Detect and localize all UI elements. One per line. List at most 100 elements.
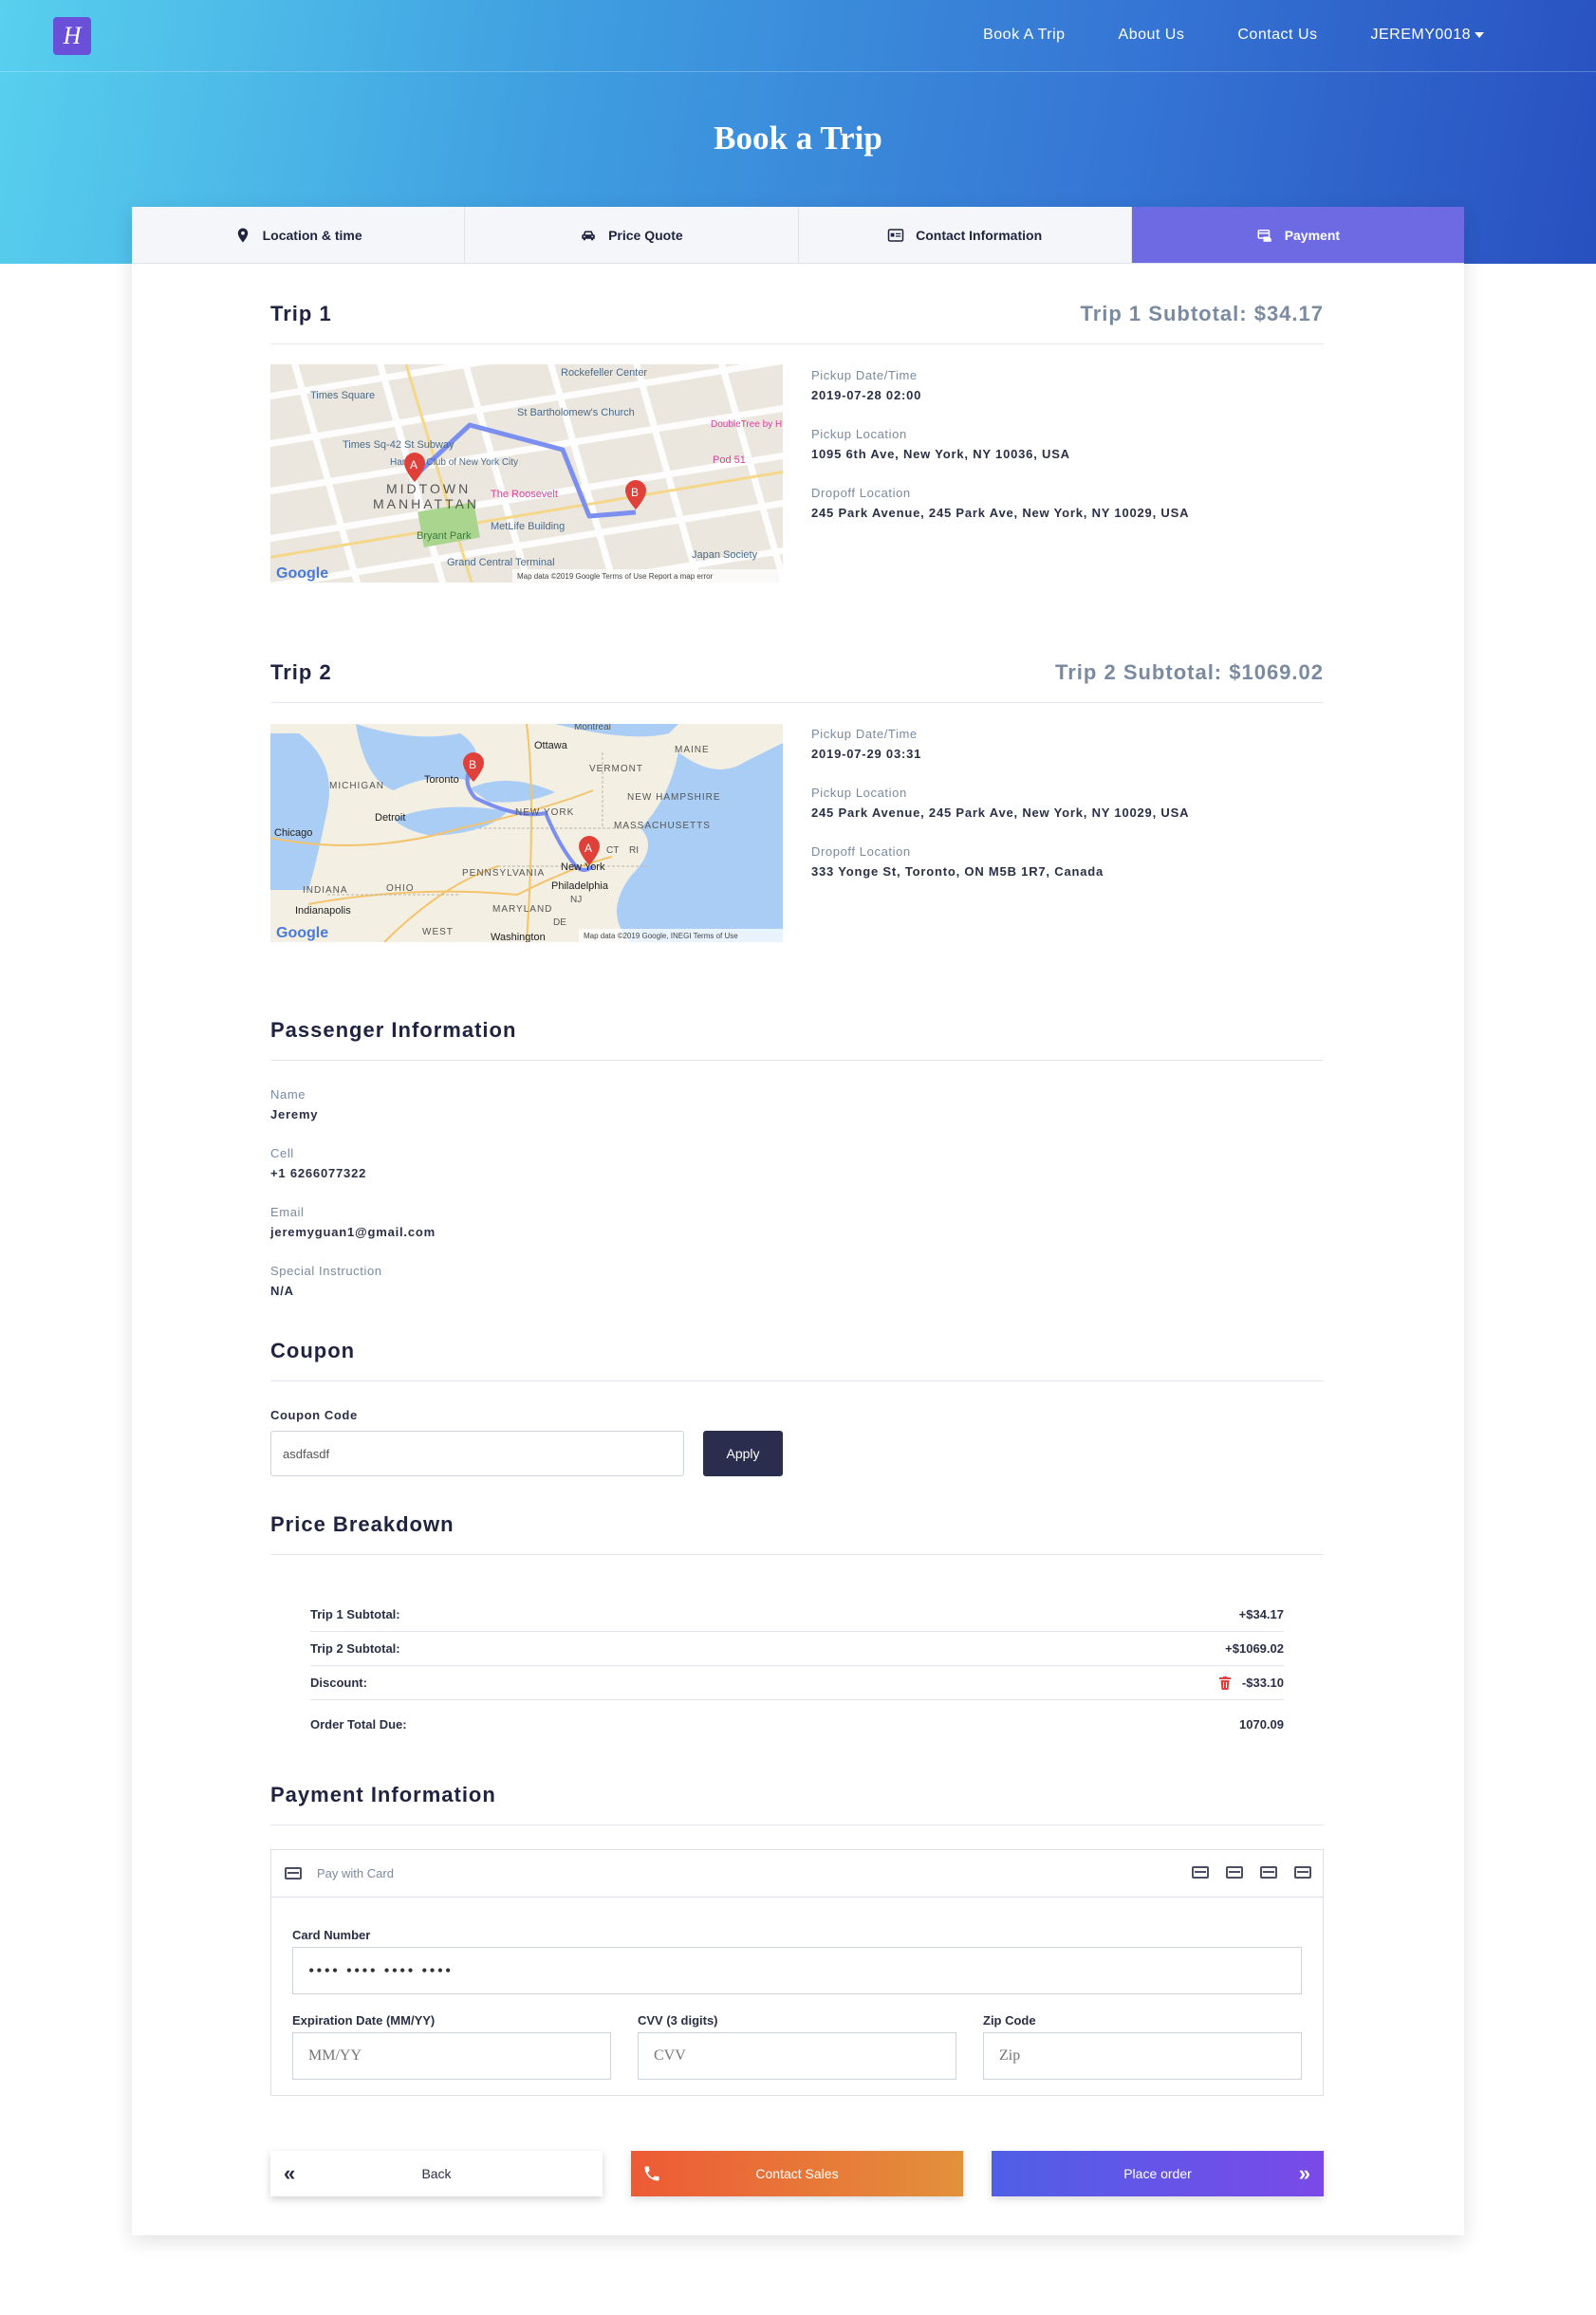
price-row-discount: Discount: -$33.10: [310, 1666, 1284, 1700]
trip-1-header: Trip 1 Trip 1 Subtotal: $34.17: [270, 302, 1324, 344]
cvv-input[interactable]: [638, 2032, 956, 2080]
map-label: Ottawa: [534, 740, 568, 751]
page-title: Book a Trip: [714, 120, 882, 157]
tab-payment[interactable]: Payment: [1131, 207, 1464, 264]
map-label: NEW HAMPSHIRE: [627, 792, 721, 803]
coupon-code-input[interactable]: [270, 1431, 684, 1476]
pickup-location-label: Pickup Location: [811, 427, 907, 441]
coupon-header: Coupon: [270, 1339, 1324, 1381]
map-label: MANHATTAN: [373, 496, 479, 511]
map-label: MARYLAND: [492, 904, 552, 915]
booking-card: Location & time Price Quote Contact Info…: [132, 207, 1464, 2235]
map-label: MAINE: [675, 745, 710, 755]
pay-with-card-header[interactable]: Pay with Card: [271, 1850, 1323, 1898]
user-menu[interactable]: JEREMY0018: [1371, 27, 1484, 44]
price-row-value: +$34.17: [1238, 1607, 1284, 1621]
cell-value: +1 6266077322: [270, 1166, 367, 1180]
map-label: Times Square: [310, 390, 375, 401]
map-label: DoubleTree by Hilton Metropolitan: [711, 419, 783, 430]
map-label: Indianapolis: [295, 905, 351, 917]
map-label: MetLife Building: [491, 521, 565, 532]
map-label: OHIO: [386, 883, 415, 894]
cell-label: Cell: [270, 1146, 294, 1160]
nav-about-us[interactable]: About Us: [1119, 27, 1185, 44]
apply-coupon-button[interactable]: Apply: [703, 1431, 783, 1476]
zip-label: Zip Code: [983, 2013, 1036, 2028]
nav-links: Book A Trip About Us Contact Us JEREMY00…: [983, 27, 1484, 44]
payment-header: Payment Information: [270, 1783, 1324, 1825]
trip-1-map[interactable]: Times Square Rockefeller Center St Barth…: [270, 364, 783, 583]
place-order-button[interactable]: Place order »: [992, 2151, 1324, 2196]
logo[interactable]: H: [53, 17, 91, 55]
pickup-location-value: 1095 6th Ave, New York, NY 10036, USA: [811, 447, 1070, 461]
map-label: CT: [606, 845, 619, 856]
passenger-header: Passenger Information: [270, 1018, 1324, 1061]
trip-1-title: Trip 1: [270, 302, 332, 325]
dropoff-location-value: 333 Yonge St, Toronto, ON M5B 1R7, Canad…: [811, 864, 1104, 879]
pickup-datetime-value: 2019-07-29 03:31: [811, 747, 922, 761]
accepted-cards: [1192, 1866, 1311, 1879]
map-attribution: Map data ©2019 Google, INEGI Terms of Us…: [584, 932, 738, 940]
pay-with-card-label: Pay with Card: [317, 1866, 394, 1880]
map-label: PENNSYLVANIA: [462, 868, 545, 879]
phone-icon: [644, 2166, 659, 2181]
map-label: RI: [629, 845, 639, 856]
trip-2-title: Trip 2: [270, 660, 332, 684]
payment-icon: [1257, 229, 1271, 242]
dropoff-location-label: Dropoff Location: [811, 844, 911, 859]
zip-input[interactable]: [983, 2032, 1302, 2080]
map-label: Detroit: [375, 812, 405, 824]
passenger-details: Name Jeremy Cell +1 6266077322 Email jer…: [270, 1087, 436, 1298]
pickup-location-value: 245 Park Avenue, 245 Park Ave, New York,…: [811, 806, 1190, 820]
tab-contact-information[interactable]: Contact Information: [798, 207, 1132, 264]
trip-1-subtotal: Trip 1 Subtotal: $34.17: [1080, 302, 1324, 325]
id-card-icon: [887, 228, 904, 242]
trash-icon[interactable]: [1219, 1676, 1232, 1691]
tab-location-time[interactable]: Location & time: [132, 207, 466, 264]
contact-sales-button[interactable]: Contact Sales: [631, 2151, 963, 2196]
name-value: Jeremy: [270, 1107, 319, 1121]
dropoff-location-value: 245 Park Avenue, 245 Park Ave, New York,…: [811, 506, 1190, 520]
trip-2-map[interactable]: Montreal Ottawa MAINE VERMONT MICHIGAN T…: [270, 724, 783, 942]
map-label: Montreal: [574, 724, 611, 732]
price-row-label: Trip 2 Subtotal:: [310, 1641, 400, 1656]
pickup-datetime-label: Pickup Date/Time: [811, 727, 918, 741]
map-label: Philadelphia: [551, 880, 609, 892]
pickup-datetime-label: Pickup Date/Time: [811, 368, 918, 382]
top-navigation: H Book A Trip About Us Contact Us JEREMY…: [0, 0, 1596, 72]
passenger-heading: Passenger Information: [270, 1018, 517, 1042]
card-number-input[interactable]: •••• •••• •••• ••••: [292, 1947, 1302, 1994]
price-row-label: Discount:: [310, 1676, 367, 1690]
map-label: INDIANA: [303, 885, 348, 896]
double-chevron-right-icon: »: [1298, 2161, 1310, 2185]
map-label: Rockefeller Center: [561, 367, 647, 379]
tab-price-quote[interactable]: Price Quote: [465, 207, 799, 264]
map-label: The Roosevelt: [491, 489, 558, 500]
map-label: Times Sq-42 St Subway: [343, 439, 455, 451]
email-label: Email: [270, 1205, 305, 1219]
trip-1-details: Pickup Date/Time 2019-07-28 02:00 Pickup…: [811, 368, 1189, 545]
price-heading: Price Breakdown: [270, 1512, 455, 1536]
map-label: St Bartholomew's Church: [517, 407, 635, 418]
card-number-label: Card Number: [292, 1928, 371, 1942]
nav-contact-us[interactable]: Contact Us: [1237, 27, 1317, 44]
trip-2-subtotal: Trip 2 Subtotal: $1069.02: [1055, 660, 1324, 684]
nav-book-a-trip[interactable]: Book A Trip: [983, 27, 1065, 44]
svg-text:A: A: [410, 458, 418, 472]
payment-heading: Payment Information: [270, 1783, 496, 1806]
expiry-input[interactable]: [292, 2032, 611, 2080]
map-label: DE: [553, 917, 566, 928]
map-label: New York: [561, 861, 605, 873]
expiry-label: Expiration Date (MM/YY): [292, 2013, 436, 2028]
place-order-label: Place order: [1123, 2166, 1192, 2181]
price-row-total: Order Total Due: 1070.09: [310, 1700, 1284, 1748]
tab-label: Price Quote: [608, 227, 683, 243]
svg-text:A: A: [585, 842, 592, 855]
price-row-value: +$1069.02: [1225, 1641, 1284, 1656]
payment-form: Pay with Card Card Number •••• •••• ••••…: [270, 1849, 1324, 2096]
map-label: VERMONT: [589, 764, 643, 774]
price-row-trip-1: Trip 1 Subtotal: +$34.17: [310, 1598, 1284, 1632]
back-button[interactable]: « Back: [270, 2151, 603, 2196]
price-header: Price Breakdown: [270, 1512, 1324, 1555]
coupon-heading: Coupon: [270, 1339, 356, 1362]
